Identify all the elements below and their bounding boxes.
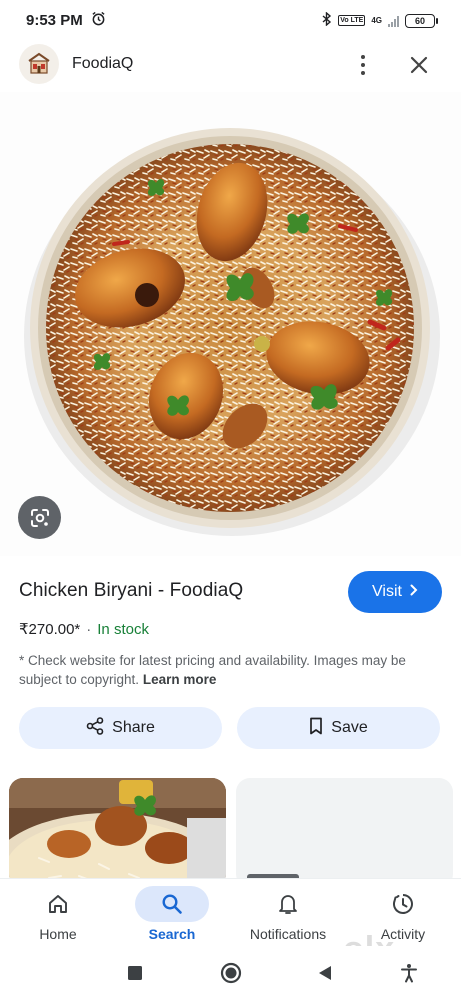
visit-button[interactable]: Visit xyxy=(348,571,442,613)
source-header: FoodiaQ xyxy=(0,44,461,86)
nav-notifications[interactable]: Notifications xyxy=(238,879,338,947)
price: ₹270.00* xyxy=(19,621,81,638)
home-circle-icon[interactable] xyxy=(218,960,244,986)
price-row: ₹270.00* · In stock xyxy=(19,620,149,639)
recents-icon[interactable] xyxy=(122,960,148,986)
back-icon[interactable] xyxy=(312,960,338,986)
nav-notifications-label: Notifications xyxy=(249,926,327,942)
battery-level: 60 xyxy=(414,15,425,26)
system-navigation-bar xyxy=(0,946,461,1000)
stock-status: In stock xyxy=(97,620,149,638)
signal-icon xyxy=(388,15,399,27)
search-icon xyxy=(135,886,209,922)
close-icon[interactable] xyxy=(404,50,434,80)
site-name[interactable]: FoodiaQ xyxy=(72,55,133,73)
battery-icon: 60 xyxy=(405,13,438,28)
more-vert-icon[interactable] xyxy=(352,52,374,78)
save-label: Save xyxy=(331,719,368,736)
disclaimer: * Check website for latest pricing and a… xyxy=(19,651,439,689)
accessibility-icon[interactable] xyxy=(396,960,422,986)
network-type: 4G xyxy=(371,16,382,25)
visit-label: Visit xyxy=(372,583,402,600)
share-label: Share xyxy=(112,719,155,736)
status-indicators: Vo LTE 4G 60 xyxy=(322,11,438,29)
nav-home[interactable]: Home xyxy=(21,879,95,947)
bookmark-icon xyxy=(309,717,323,740)
nav-search[interactable]: Search xyxy=(135,879,209,947)
status-time: 9:53 PM xyxy=(26,11,83,29)
share-button[interactable]: Share xyxy=(19,707,222,749)
image-detail-screen: 9:53 PM Vo LTE 4G 60 FoodiaQ Chicken Bir… xyxy=(0,0,461,1000)
chevron-right-icon xyxy=(410,583,418,601)
save-button[interactable]: Save xyxy=(237,707,440,749)
volte-badge: Vo LTE xyxy=(338,15,366,26)
bluetooth-icon xyxy=(322,11,332,29)
alarm-icon xyxy=(91,11,106,30)
activity-icon xyxy=(366,886,440,922)
home-icon xyxy=(21,886,95,922)
google-lens-icon[interactable] xyxy=(18,496,61,539)
restaurant-logo-icon[interactable] xyxy=(19,44,59,84)
bell-icon xyxy=(251,886,325,922)
nav-home-label: Home xyxy=(39,926,77,942)
learn-more-link[interactable]: Learn more xyxy=(143,672,217,687)
separator: · xyxy=(86,620,92,638)
status-bar: 9:53 PM Vo LTE 4G 60 xyxy=(0,0,461,40)
related-images xyxy=(0,778,461,888)
biryani-bowl-image[interactable] xyxy=(0,92,461,556)
share-icon xyxy=(86,716,104,740)
related-image-placeholder[interactable] xyxy=(236,778,453,888)
related-image-biryani[interactable] xyxy=(9,778,226,888)
nav-search-label: Search xyxy=(148,926,196,942)
product-title: Chicken Biryani - FoodiaQ xyxy=(19,580,244,601)
